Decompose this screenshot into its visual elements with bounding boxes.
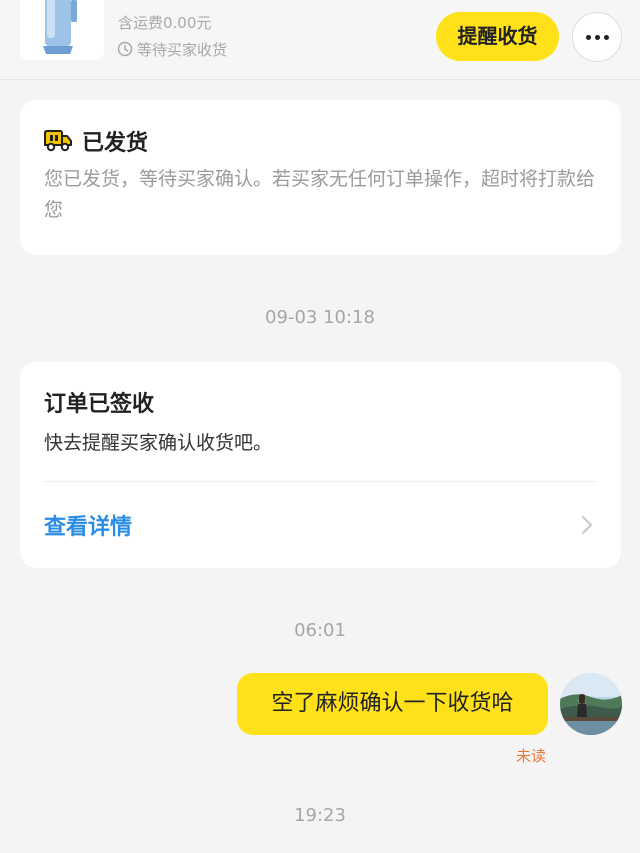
truck-icon xyxy=(44,130,72,152)
more-icon[interactable] xyxy=(572,12,622,62)
product-thumbnail[interactable] xyxy=(20,0,104,60)
clock-icon xyxy=(117,41,133,57)
more-dot xyxy=(585,34,591,40)
timestamp: 06:01 xyxy=(294,620,346,641)
timestamp: 09-03 10:18 xyxy=(265,307,375,328)
order-status: 等待买家收货 xyxy=(117,39,227,59)
order-header: 含运费0.00元 等待买家收货 提醒收货 xyxy=(0,0,640,80)
shipped-description: 您已发货，等待买家确认。若买家无任何订单操作，超时将打款给您 xyxy=(44,168,596,221)
shipped-title: 已发货 xyxy=(82,131,149,156)
signed-title: 订单已签收 xyxy=(44,392,155,417)
user-avatar[interactable] xyxy=(560,673,622,735)
more-dot xyxy=(603,34,609,40)
view-details-link[interactable]: 查看详情 xyxy=(44,509,132,541)
shipped-card: 已发货 您已发货，等待买家确认。若买家无任何订单操作，超时将打款给您 xyxy=(20,100,621,255)
order-signed-card: 订单已签收 快去提醒买家确认收货吧。 查看详情 xyxy=(20,362,621,568)
timestamp: 19:23 xyxy=(294,805,346,826)
chevron-right-icon[interactable] xyxy=(580,514,594,536)
unread-status: 未读 xyxy=(516,747,547,765)
remind-receipt-button[interactable]: 提醒收货 xyxy=(436,12,559,61)
message-bubble[interactable]: 空了麻烦确认一下收货哈 xyxy=(237,673,548,735)
order-status-text: 等待买家收货 xyxy=(137,40,228,59)
more-dot xyxy=(594,34,600,40)
divider xyxy=(44,481,597,482)
shipping-fee: 含运费0.00元 xyxy=(118,14,212,32)
signed-description: 快去提醒买家确认收货吧。 xyxy=(44,432,273,454)
shipped-header: 已发货 xyxy=(44,124,148,158)
